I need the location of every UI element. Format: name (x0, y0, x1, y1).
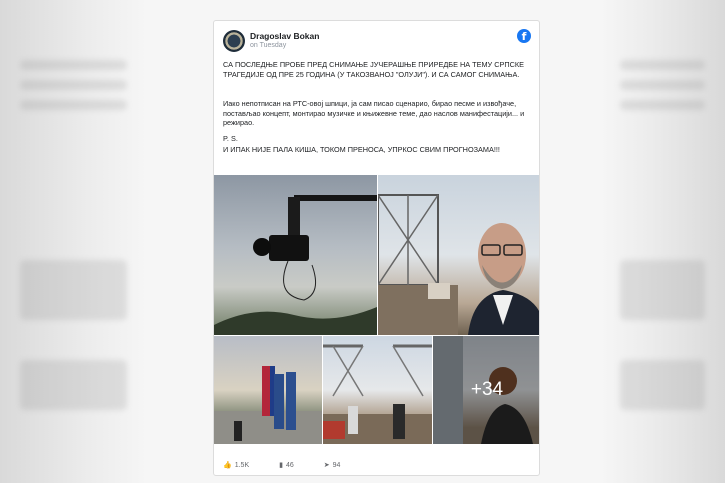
blurred-background-left (0, 0, 147, 483)
reactions-stat[interactable]: 👍 1.5K (223, 462, 265, 469)
comments-stat[interactable]: ▮ 46 (279, 462, 310, 469)
author-name[interactable]: Dragoslav Bokan (250, 31, 319, 41)
comments-count: 46 (285, 462, 294, 469)
photo-camera-crane[interactable] (214, 175, 377, 335)
facebook-icon[interactable]: f (517, 29, 531, 43)
share-icon: ➤ (323, 462, 330, 469)
photo-honor-guard[interactable] (214, 336, 322, 444)
thumbs-up-icon: 👍 (223, 462, 232, 469)
post-text-main: СА ПОСЛЕДЊЕ ПРОБЕ ПРЕД СНИМАЊЕ ЈУЧЕРАШЊЕ… (223, 60, 524, 79)
photo-more-overlay[interactable]: +34 (433, 336, 539, 444)
post-text-body: Иако непотписан на РТС-овој шпици, ја са… (223, 99, 525, 128)
shares-stat[interactable]: ➤ 94 (324, 462, 355, 469)
post-ps-text: И ИПАК НИЈЕ ПАЛА КИША, ТОКОМ ПРЕНОСА, УП… (223, 145, 500, 154)
photo-bridge-portrait[interactable] (378, 175, 539, 335)
blurred-background-right (600, 0, 725, 483)
post-ps-label: P. S. (223, 134, 238, 143)
shares-count: 94 (332, 462, 341, 469)
reactions-count: 1.5K (234, 462, 250, 469)
comment-icon: ▮ (279, 462, 283, 469)
photo-bridge-crowd[interactable] (323, 336, 432, 444)
avatar[interactable] (223, 30, 245, 52)
facebook-post: Dragoslav Bokan on Tuesday f СА ПОСЛЕДЊЕ… (213, 20, 540, 476)
more-photos-count: +34 (470, 379, 504, 400)
engagement-bar: 👍 1.5K ▮ 46 ➤ 94 (223, 461, 368, 469)
post-time[interactable]: on Tuesday (250, 42, 286, 49)
